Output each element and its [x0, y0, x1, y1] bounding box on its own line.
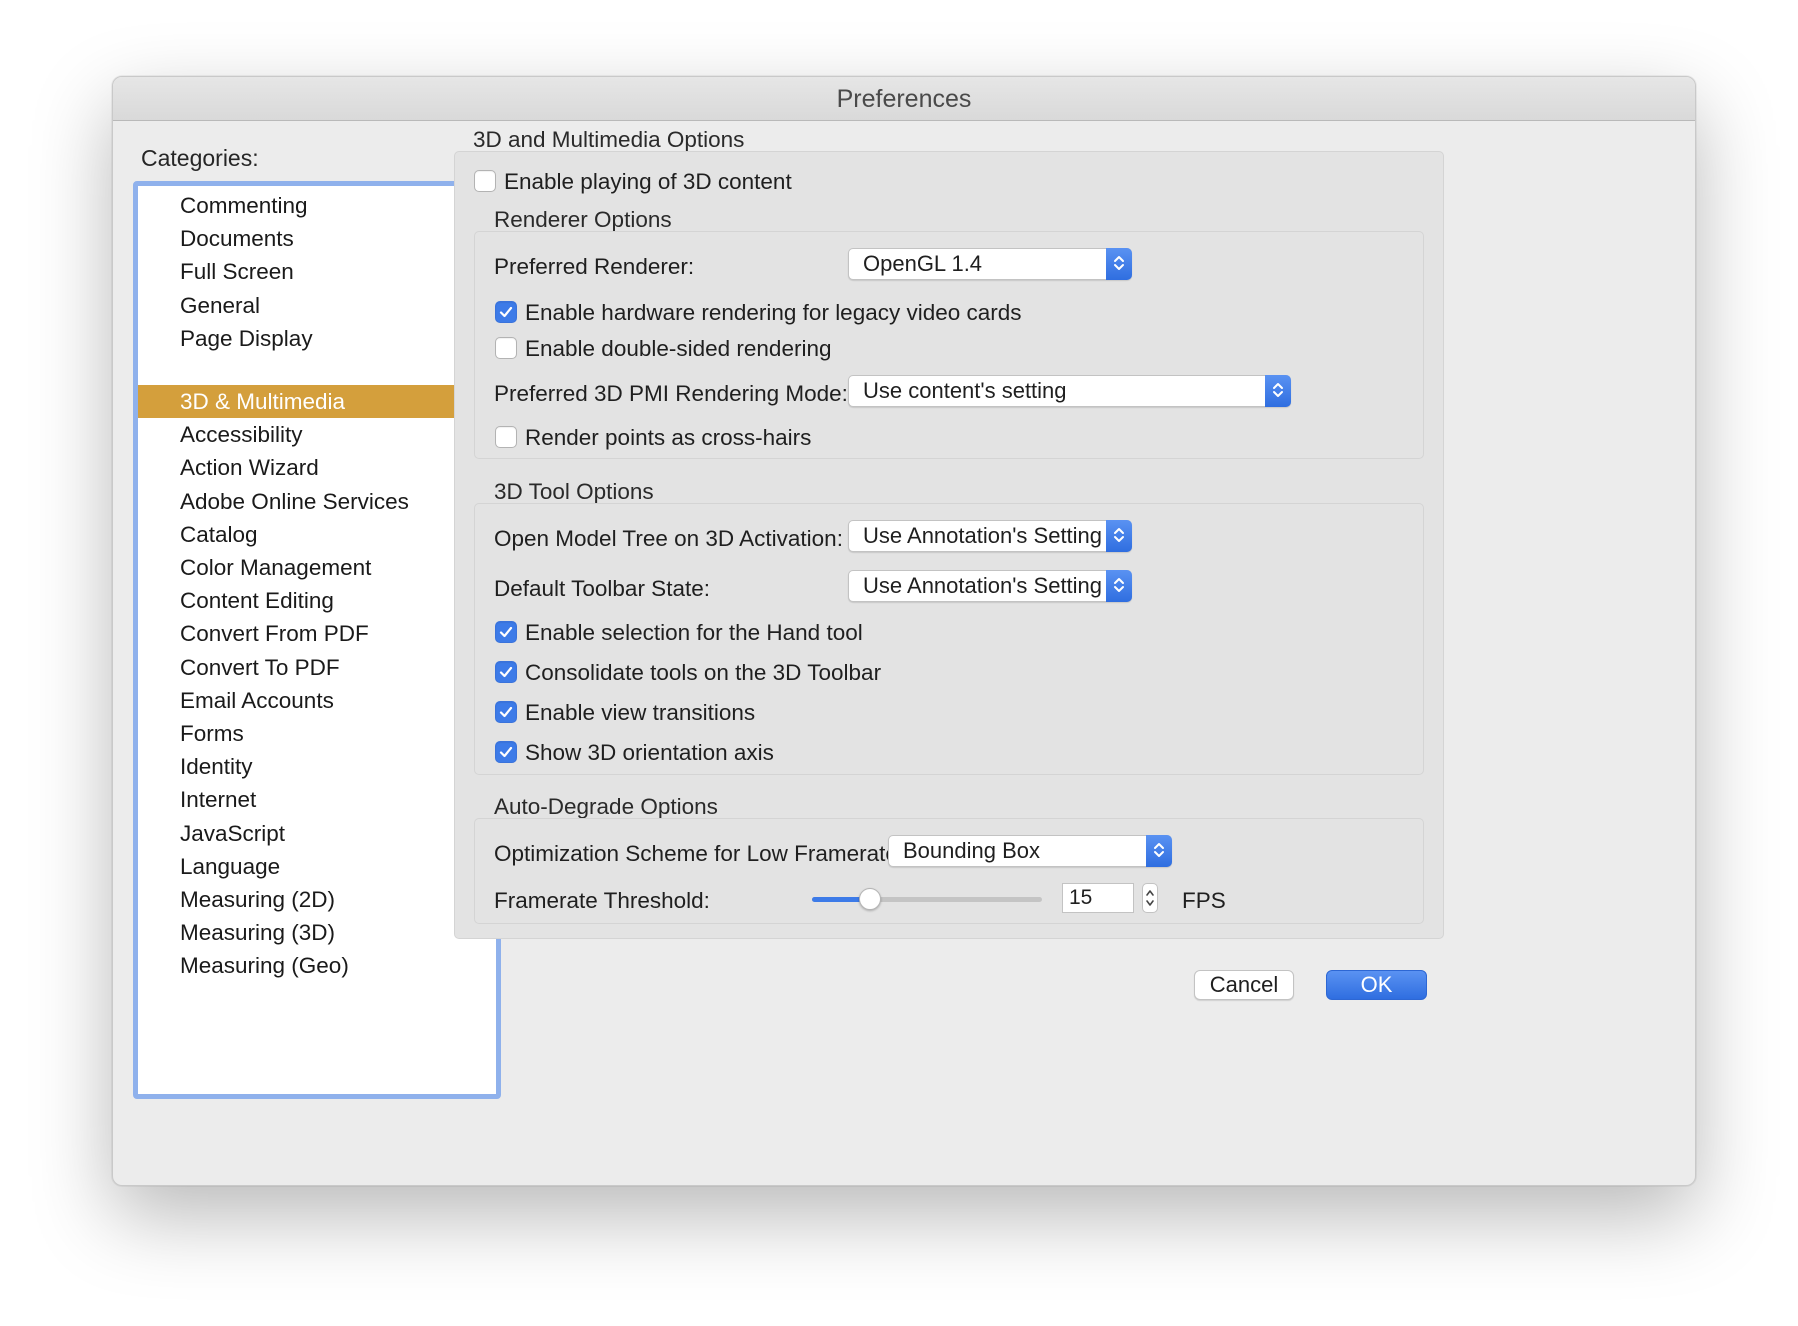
preferred-renderer-label: Preferred Renderer:	[494, 254, 695, 279]
hand-tool-checkbox[interactable]	[495, 621, 517, 643]
framerate-stepper[interactable]	[1142, 883, 1158, 913]
category-item-measuring-geo[interactable]: Measuring (Geo)	[138, 949, 496, 982]
renderer-options-title: Renderer Options	[494, 207, 672, 232]
category-item-action-wizard[interactable]: Action Wizard	[138, 451, 496, 484]
consolidate-tools-label: Consolidate tools on the 3D Toolbar	[525, 660, 882, 685]
optimization-scheme-label: Optimization Scheme for Low Framerate:	[494, 841, 905, 866]
pmi-mode-label: Preferred 3D PMI Rendering Mode:	[494, 381, 848, 406]
chevron-updown-icon	[1106, 248, 1132, 280]
category-item-accessibility[interactable]: Accessibility	[138, 418, 496, 451]
enable-3d-label: Enable playing of 3D content	[504, 169, 792, 194]
category-item-full-screen[interactable]: Full Screen	[138, 254, 496, 290]
optimization-scheme-select[interactable]: Bounding Box	[888, 835, 1172, 867]
category-item-page-display[interactable]: Page Display	[138, 321, 496, 357]
framerate-threshold-label: Framerate Threshold:	[494, 888, 710, 913]
framerate-slider-knob[interactable]	[858, 888, 881, 910]
category-item-adobe-online-services[interactable]: Adobe Online Services	[138, 485, 496, 518]
category-item-measuring-3d[interactable]: Measuring (3D)	[138, 916, 496, 949]
chevron-updown-icon	[1106, 520, 1132, 552]
hand-tool-label: Enable selection for the Hand tool	[525, 620, 863, 645]
category-item-identity[interactable]: Identity	[138, 750, 496, 783]
category-item-color-management[interactable]: Color Management	[138, 551, 496, 584]
category-item-convert-to-pdf[interactable]: Convert To PDF	[138, 651, 496, 684]
cancel-button[interactable]: Cancel	[1194, 970, 1294, 1000]
view-transitions-label: Enable view transitions	[525, 700, 756, 725]
auto-degrade-title: Auto-Degrade Options	[494, 794, 718, 819]
category-item-3d-multimedia[interactable]: 3D & Multimedia	[138, 385, 496, 418]
hw-rendering-label: Enable hardware rendering for legacy vid…	[525, 300, 1022, 325]
preferred-renderer-value: OpenGL 1.4	[863, 251, 983, 276]
category-item-language[interactable]: Language	[138, 850, 496, 883]
window-title: Preferences	[113, 77, 1695, 121]
model-tree-label: Open Model Tree on 3D Activation:	[494, 526, 843, 551]
orientation-axis-label: Show 3D orientation axis	[525, 740, 774, 765]
cross-hairs-label: Render points as cross-hairs	[525, 425, 812, 450]
tool-options-title: 3D Tool Options	[494, 479, 654, 504]
category-item-internet[interactable]: Internet	[138, 783, 496, 816]
chevron-updown-icon	[1265, 375, 1291, 407]
pmi-mode-select[interactable]: Use content's setting	[848, 375, 1291, 407]
category-item-commenting[interactable]: Commenting	[138, 188, 496, 224]
enable-3d-checkbox[interactable]	[474, 170, 496, 192]
category-item-measuring-2d[interactable]: Measuring (2D)	[138, 883, 496, 916]
framerate-slider[interactable]	[812, 888, 1042, 910]
preferred-renderer-select[interactable]: OpenGL 1.4	[848, 248, 1132, 280]
optimization-scheme-value: Bounding Box	[903, 838, 1040, 863]
model-tree-value: Use Annotation's Setting	[863, 523, 1103, 548]
cross-hairs-checkbox[interactable]	[495, 426, 517, 448]
category-item-documents[interactable]: Documents	[138, 221, 496, 257]
hw-rendering-checkbox[interactable]	[495, 301, 517, 323]
model-tree-select[interactable]: Use Annotation's Setting	[848, 520, 1132, 552]
toolbar-state-label: Default Toolbar State:	[494, 576, 710, 601]
category-item-email-accounts[interactable]: Email Accounts	[138, 684, 496, 717]
category-item-content-editing[interactable]: Content Editing	[138, 584, 496, 617]
category-item-convert-from-pdf[interactable]: Convert From PDF	[138, 617, 496, 650]
orientation-axis-checkbox[interactable]	[495, 741, 517, 763]
chevron-updown-icon	[1146, 835, 1172, 867]
consolidate-tools-checkbox[interactable]	[495, 661, 517, 683]
category-item-javascript[interactable]: JavaScript	[138, 817, 496, 850]
section-title-3d-multimedia: 3D and Multimedia Options	[473, 127, 745, 152]
fps-unit-label: FPS	[1182, 888, 1226, 913]
category-item-general[interactable]: General	[138, 288, 496, 324]
stepper-arrows-icon	[1146, 890, 1154, 906]
toolbar-state-value: Use Annotation's Setting	[863, 573, 1103, 598]
categories-list[interactable]: Commenting Documents Full Screen General Pag…	[133, 181, 501, 1099]
categories-label: Categories:	[141, 145, 259, 171]
category-item-catalog[interactable]: Catalog	[138, 518, 496, 551]
ok-button[interactable]: OK	[1326, 970, 1427, 1000]
framerate-input[interactable]: 15	[1062, 883, 1134, 913]
toolbar-state-select[interactable]: Use Annotation's Setting	[848, 570, 1132, 602]
category-item-forms[interactable]: Forms	[138, 717, 496, 750]
view-transitions-checkbox[interactable]	[495, 701, 517, 723]
double-sided-checkbox[interactable]	[495, 337, 517, 359]
pmi-mode-value: Use content's setting	[863, 378, 1067, 403]
chevron-updown-icon	[1106, 570, 1132, 602]
double-sided-label: Enable double-sided rendering	[525, 336, 832, 361]
